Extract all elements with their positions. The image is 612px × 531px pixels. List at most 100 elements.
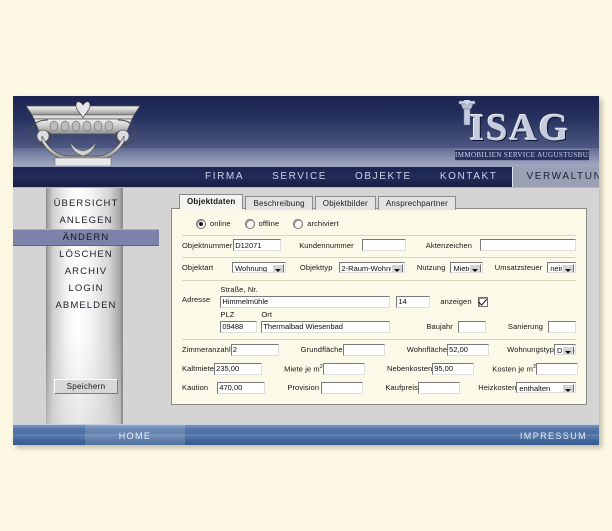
- tab-objektbilder[interactable]: Objektbilder: [315, 196, 376, 210]
- tab-ansprechpartner[interactable]: Ansprechpartner: [378, 196, 456, 210]
- radio-offline[interactable]: [245, 219, 255, 229]
- tab-objektdaten[interactable]: Objektdaten: [179, 194, 243, 209]
- sidebar-item-uebersicht[interactable]: ÜBERSICHT: [13, 195, 159, 212]
- label-kaution: Kaution: [182, 383, 217, 392]
- label-baujahr: Baujahr: [426, 322, 453, 331]
- nav-item-service[interactable]: SERVICE: [258, 167, 341, 187]
- sidebar-item-aendern[interactable]: ÄNDERN: [13, 229, 159, 246]
- site-header: ISAG IMMOBILIEN SERVICE AUGUSTUSBURG: [13, 96, 599, 166]
- nav-item-objekte[interactable]: OBJEKTE: [341, 167, 426, 187]
- chevron-down-icon: [391, 264, 403, 273]
- plz-ort-input-row: Baujahr Sanierung: [220, 319, 576, 334]
- sidebar-item-loeschen[interactable]: LÖSCHEN: [13, 246, 159, 263]
- page-root: ISAG IMMOBILIEN SERVICE AUGUSTUSBURG FIR…: [0, 0, 612, 531]
- label-kundennummer: Kundennummer: [299, 241, 354, 250]
- label-kosten-je-qm-text: Kosten je m: [492, 364, 533, 373]
- kaufpreis-input[interactable]: [418, 382, 460, 394]
- label-kaufpreis: Kaufpreis: [385, 383, 418, 392]
- wohnflaeche-input[interactable]: [447, 344, 489, 356]
- ionic-capital-ornament: [22, 98, 144, 166]
- heizkosten-select[interactable]: enthalten: [516, 382, 576, 393]
- objektnummer-row: Objektnummer Kundennummer Aktenzeichen: [182, 236, 576, 254]
- wohnungstyp-select[interactable]: Dachgeschoss: [554, 344, 576, 355]
- kaltmiete-row: Kaltmiete Miete je m2 Nebenkosten Kosten…: [182, 359, 576, 378]
- objektart-row: Objektart Wohnung Objekttyp 2-Raum-Wohnu…: [182, 258, 576, 277]
- chevron-down-icon: [562, 264, 574, 273]
- anzeigen-checkbox[interactable]: [478, 297, 488, 307]
- ort-input[interactable]: [261, 321, 390, 333]
- label-nutzung: Nutzung: [417, 263, 446, 272]
- label-objekttyp: Objekttyp: [300, 263, 333, 272]
- label-anzeigen: anzeigen: [440, 297, 471, 306]
- plz-ort-label-row: PLZ Ort: [220, 309, 576, 319]
- separator-3: [182, 280, 576, 281]
- objektart-value: Wohnung: [235, 264, 267, 273]
- nav-item-verwaltung[interactable]: VERWALTUNG: [512, 167, 600, 187]
- label-sanierung: Sanierung: [508, 322, 543, 331]
- provision-input[interactable]: [321, 382, 363, 394]
- main-navigation: FIRMA SERVICE OBJEKTE KONTAKT VERWALTUNG: [13, 166, 599, 188]
- aktenzeichen-input[interactable]: [480, 239, 576, 251]
- nav-item-firma[interactable]: FIRMA: [191, 167, 258, 187]
- objektnummer-input[interactable]: [233, 239, 281, 251]
- hausnummer-input[interactable]: [396, 296, 430, 308]
- kaution-input[interactable]: [217, 382, 265, 394]
- status-radio-row: online offline archiviert: [182, 217, 576, 230]
- radio-archiviert[interactable]: [293, 219, 303, 229]
- umsatzsteuer-select[interactable]: nein: [547, 262, 576, 273]
- adresse-block: Adresse Straße, Nr. anzeigen: [182, 284, 576, 334]
- label-provision: Provision: [287, 383, 321, 392]
- tab-bar: Objektdaten Beschreibung Objektbilder An…: [179, 194, 587, 209]
- label-wohnflaeche: Wohnfläche: [407, 345, 447, 354]
- label-kaltmiete: Kaltmiete: [182, 364, 214, 373]
- sidebar-item-anlegen[interactable]: ANLEGEN: [13, 212, 159, 229]
- objektdaten-form-panel: online offline archiviert Objektnummer K…: [171, 208, 587, 405]
- sidebar-item-archiv[interactable]: ARCHIV: [13, 263, 159, 280]
- grundflaeche-input[interactable]: [343, 344, 385, 356]
- plz-input[interactable]: [220, 321, 257, 333]
- isag-logo[interactable]: ISAG IMMOBILIEN SERVICE AUGUSTUSBURG: [449, 100, 591, 164]
- logo-wordmark: ISAG: [449, 108, 591, 148]
- label-online: online: [210, 219, 231, 228]
- objekttyp-select[interactable]: 2-Raum-Wohnung: [339, 262, 405, 273]
- label-offline: offline: [259, 219, 280, 228]
- label-miete-je-qm-text: Miete je m: [284, 364, 320, 373]
- nutzung-select[interactable]: Miete: [450, 262, 482, 273]
- label-strasse: Straße, Nr.: [220, 285, 257, 294]
- sidebar-item-login[interactable]: LOGIN: [13, 280, 159, 297]
- kaution-row: Kaution Provision Kaufpreis Heizkosten e…: [182, 378, 576, 397]
- nav-item-kontakt[interactable]: KONTAKT: [426, 167, 512, 187]
- chevron-down-icon: [562, 346, 574, 355]
- miete-je-qm-input[interactable]: [323, 363, 365, 375]
- nebenkosten-input[interactable]: [432, 363, 474, 375]
- baujahr-input[interactable]: [458, 321, 486, 333]
- label-nebenkosten: Nebenkosten: [387, 364, 432, 373]
- strasse-input[interactable]: [220, 296, 390, 308]
- page-body: ÜBERSICHT ANLEGEN ÄNDERN LÖSCHEN ARCHIV …: [13, 188, 599, 424]
- objektart-select[interactable]: Wohnung: [232, 262, 286, 273]
- footer-home-link[interactable]: HOME: [85, 425, 185, 445]
- label-kosten-je-qm: Kosten je m2: [492, 364, 536, 374]
- label-zimmeranzahl: Zimmeranzahl: [182, 345, 231, 354]
- site-footer: HOME IMPRESSUM: [13, 424, 599, 445]
- save-button[interactable]: Speichern: [54, 379, 119, 394]
- zimmeranzahl-input[interactable]: [231, 344, 279, 356]
- label-ort: Ort: [261, 310, 272, 319]
- label-objektnummer: Objektnummer: [182, 241, 233, 250]
- sidebar-item-abmelden[interactable]: ABMELDEN: [13, 297, 159, 314]
- kundennummer-input[interactable]: [362, 239, 406, 251]
- sanierung-input[interactable]: [548, 321, 576, 333]
- label-archiviert: archiviert: [307, 219, 338, 228]
- strasse-input-row: anzeigen: [220, 294, 576, 309]
- footer-impressum-link[interactable]: IMPRESSUM: [520, 425, 587, 445]
- label-umsatzsteuer: Umsatzsteuer: [495, 263, 542, 272]
- sidebar-menu: ÜBERSICHT ANLEGEN ÄNDERN LÖSCHEN ARCHIV …: [13, 195, 159, 314]
- kaltmiete-input[interactable]: [214, 363, 262, 375]
- label-heizkosten: Heizkosten: [478, 383, 516, 392]
- chevron-down-icon: [469, 264, 481, 273]
- content-area: Objektdaten Beschreibung Objektbilder An…: [159, 188, 599, 424]
- radio-online[interactable]: [196, 219, 206, 229]
- tab-beschreibung[interactable]: Beschreibung: [245, 196, 312, 210]
- sidebar-column: ÜBERSICHT ANLEGEN ÄNDERN LÖSCHEN ARCHIV …: [13, 188, 159, 424]
- kosten-je-qm-input[interactable]: [536, 363, 578, 375]
